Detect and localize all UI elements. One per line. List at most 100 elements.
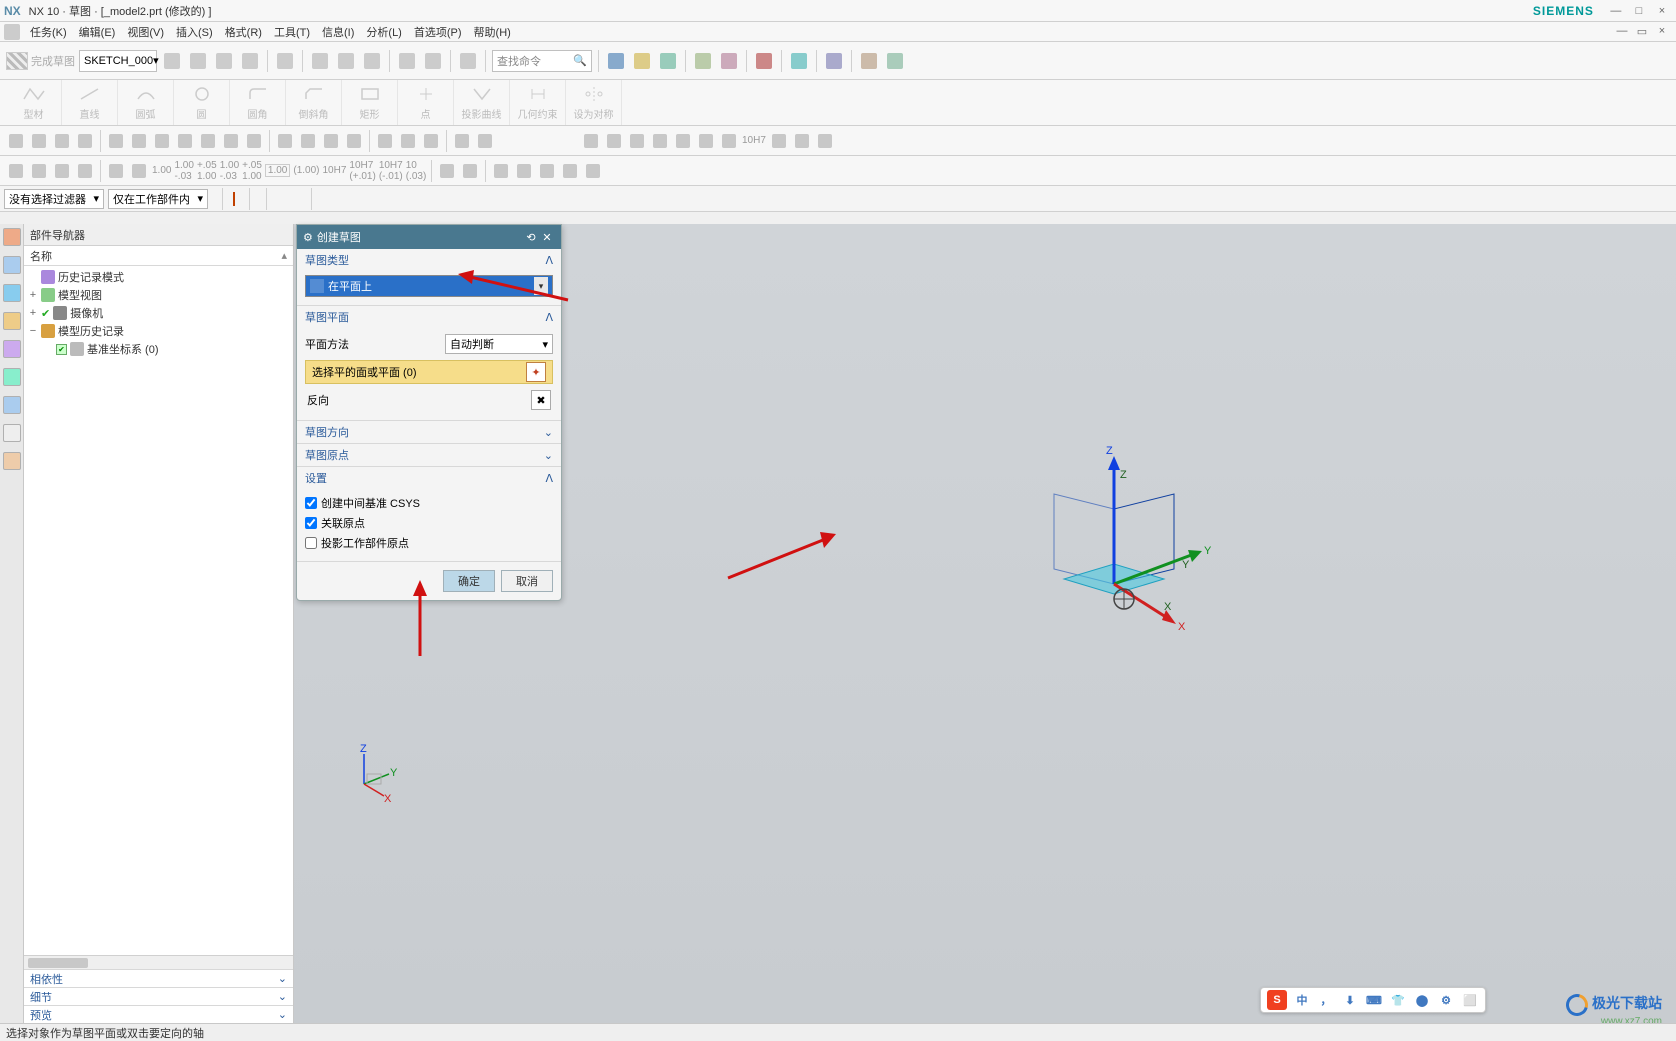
tb-measure-icon[interactable] (753, 50, 775, 72)
target-icon[interactable]: ✦ (526, 362, 546, 382)
stb-icon-9[interactable] (198, 131, 218, 151)
tb-display-icon[interactable] (239, 50, 261, 72)
tb-reattach-icon[interactable] (187, 50, 209, 72)
mdi-restore-button[interactable]: ▭ (1632, 25, 1652, 38)
ribbon-profile[interactable]: 型材 (6, 80, 62, 125)
menu-edit[interactable]: 编辑(E) (73, 22, 122, 42)
tb-update-icon[interactable] (213, 50, 235, 72)
command-search-input[interactable]: 查找命令🔍 (492, 50, 592, 72)
tb-redo-icon[interactable] (422, 50, 444, 72)
rail-hd3d-icon[interactable] (3, 340, 21, 358)
ribbon-point[interactable]: 点 (398, 80, 454, 125)
rail-roles-icon[interactable] (3, 452, 21, 470)
stb-icon-28[interactable] (769, 131, 789, 151)
stb-icon-8[interactable] (175, 131, 195, 151)
stb-icon-13[interactable] (298, 131, 318, 151)
sketch-name-dropdown[interactable]: SKETCH_000▾ (79, 50, 157, 72)
tb-new-icon[interactable] (457, 50, 479, 72)
tb-layer-icon[interactable] (605, 50, 627, 72)
sketch-type-dropdown[interactable]: 在平面上 ▾ (305, 275, 553, 297)
stb2-icon-6[interactable] (129, 161, 149, 181)
stb-icon-1[interactable] (6, 131, 26, 151)
stb-icon-2[interactable] (29, 131, 49, 151)
tb-orient-icon[interactable] (161, 50, 183, 72)
ribbon-rect[interactable]: 矩形 (342, 80, 398, 125)
dialog-close-icon[interactable]: ✕ (539, 231, 555, 244)
nav-detail[interactable]: 细节⌄ (24, 987, 293, 1005)
ribbon-fillet[interactable]: 圆角 (230, 80, 286, 125)
sogou-logo-icon[interactable]: S (1267, 990, 1287, 1010)
stb-icon-4[interactable] (75, 131, 95, 151)
stb2-icon-12[interactable] (560, 161, 580, 181)
gear-icon[interactable]: ⚙ (303, 231, 313, 244)
section-sketch-type[interactable]: 草图类型ᐱ (297, 249, 561, 271)
ok-button[interactable]: 确定 (443, 570, 495, 592)
tb-dim3-icon[interactable] (884, 50, 906, 72)
ribbon-symmetric[interactable]: 设为对称 (566, 80, 622, 125)
fr-icon-4[interactable] (233, 193, 235, 205)
stb2-icon-8[interactable] (460, 161, 480, 181)
stb-icon-19[interactable] (452, 131, 472, 151)
tree-camera[interactable]: +✔摄像机 (28, 304, 289, 322)
navigator-column-header[interactable]: 名称▴ (24, 246, 293, 266)
rail-reuse-icon[interactable] (3, 312, 21, 330)
stb2-icon-7[interactable] (437, 161, 457, 181)
tb-save-icon[interactable] (274, 50, 296, 72)
tb-cut-icon[interactable] (309, 50, 331, 72)
stb2-icon-10[interactable] (514, 161, 534, 181)
mdi-minimize-button[interactable]: — (1612, 25, 1632, 38)
task-icon[interactable] (4, 24, 20, 40)
tb-trim-icon[interactable] (788, 50, 810, 72)
stb2-icon-1[interactable] (6, 161, 26, 181)
cb-create-csys[interactable]: 创建中间基准 CSYS (305, 493, 553, 513)
finish-sketch-button[interactable]: 完成草图 (6, 52, 75, 70)
rail-assembly-icon[interactable] (3, 256, 21, 274)
stb-icon-5[interactable] (106, 131, 126, 151)
menu-format[interactable]: 格式(R) (219, 22, 268, 42)
ribbon-constraint[interactable]: 几何约束 (510, 80, 566, 125)
stb-icon-21[interactable] (581, 131, 601, 151)
ime-menu-icon[interactable]: ⬜ (1461, 991, 1479, 1009)
mdi-close-button[interactable]: × (1652, 25, 1672, 38)
ime-skin-icon[interactable]: 👕 (1389, 991, 1407, 1009)
stb-icon-3[interactable] (52, 131, 72, 151)
stb-icon-6[interactable] (129, 131, 149, 151)
stb2-icon-3[interactable] (52, 161, 72, 181)
ime-voice-icon[interactable]: ⬇ (1341, 991, 1359, 1009)
cb-assoc-origin[interactable]: 关联原点 (305, 513, 553, 533)
section-sketch-orient[interactable]: 草图方向⌄ (297, 421, 561, 443)
tb-paste-icon[interactable] (361, 50, 383, 72)
navigator-tree[interactable]: 历史记录模式 +模型视图 +✔摄像机 −模型历史记录 ✔基准坐标系 (0) (24, 266, 293, 955)
tree-datum-csys[interactable]: ✔基准坐标系 (0) (28, 340, 289, 358)
ribbon-arc[interactable]: 圆弧 (118, 80, 174, 125)
stb-icon-24[interactable] (650, 131, 670, 151)
stb2-icon-13[interactable] (583, 161, 603, 181)
navigator-hscroll[interactable] (24, 955, 293, 969)
tb-copy-icon[interactable] (335, 50, 357, 72)
menu-analyze[interactable]: 分析(L) (360, 22, 407, 42)
ribbon-line[interactable]: 直线 (62, 80, 118, 125)
stb-icon-20[interactable] (475, 131, 495, 151)
plane-method-dropdown[interactable]: 自动判断▾ (445, 334, 553, 354)
ribbon-circle[interactable]: 圆 (174, 80, 230, 125)
ime-lang-button[interactable]: 中 (1293, 991, 1311, 1009)
nav-dependency[interactable]: 相依性⌄ (24, 969, 293, 987)
rail-browser-icon[interactable] (3, 368, 21, 386)
stb-icon-18[interactable] (421, 131, 441, 151)
rail-constraint-icon[interactable] (3, 284, 21, 302)
tb-fit-icon[interactable] (631, 50, 653, 72)
menu-task[interactable]: 任务(K) (24, 22, 73, 42)
ime-keyboard-icon[interactable]: ⌨ (1365, 991, 1383, 1009)
tb-dim2-icon[interactable] (858, 50, 880, 72)
tree-model-view[interactable]: +模型视图 (28, 286, 289, 304)
window-maximize-button[interactable]: □ (1629, 5, 1649, 17)
ime-toolbar[interactable]: S 中 ， ⬇ ⌨ 👕 ⬤ ⚙ ⬜ (1260, 987, 1486, 1013)
stb-icon-22[interactable] (604, 131, 624, 151)
nav-preview[interactable]: 预览⌄ (24, 1005, 293, 1023)
stb2-icon-4[interactable] (75, 161, 95, 181)
cb-project-origin[interactable]: 投影工作部件原点 (305, 533, 553, 553)
section-sketch-origin[interactable]: 草图原点⌄ (297, 444, 561, 466)
stb-icon-11[interactable] (244, 131, 264, 151)
selection-filter-dropdown[interactable]: 没有选择过滤器▾ (4, 189, 104, 209)
menu-help[interactable]: 帮助(H) (468, 22, 517, 42)
